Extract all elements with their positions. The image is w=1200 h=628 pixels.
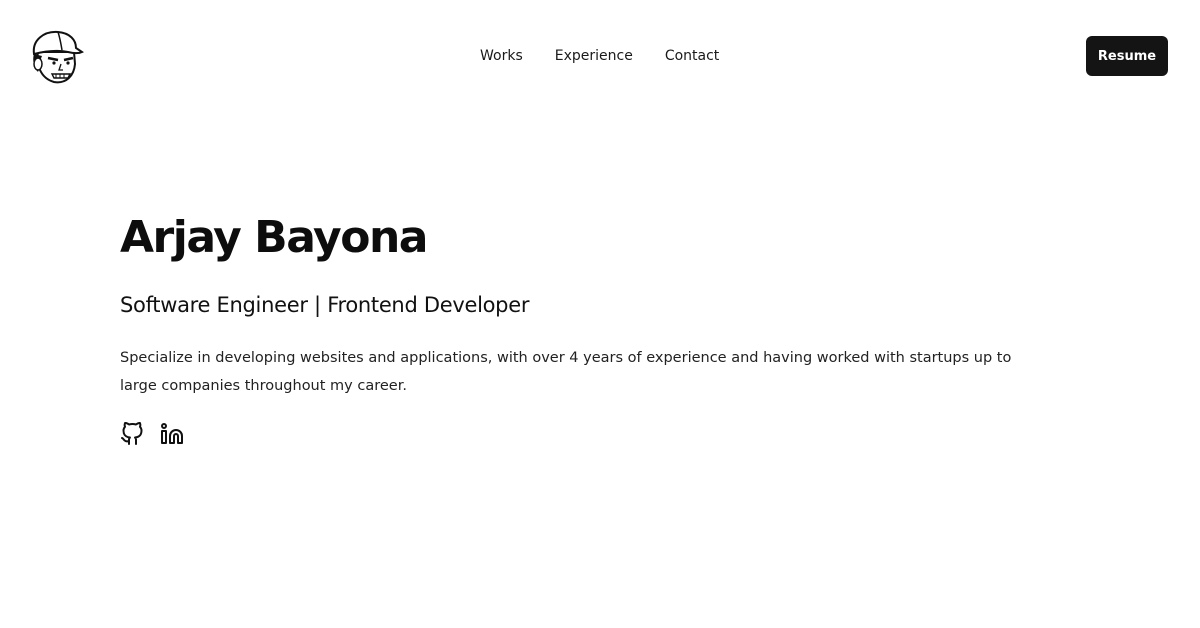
resume-button[interactable]: Resume: [1086, 36, 1168, 76]
page: Works Experience Contact Resume Arjay Ba…: [0, 0, 1200, 628]
nav-link-works[interactable]: Works: [470, 44, 533, 68]
nav-link-contact[interactable]: Contact: [655, 44, 729, 68]
site-header: Works Experience Contact Resume: [0, 0, 1200, 112]
nav-link-experience[interactable]: Experience: [545, 44, 643, 68]
social-links: [120, 422, 1060, 446]
linkedin-icon[interactable]: [160, 422, 184, 446]
hero-role: Software Engineer | Frontend Developer: [120, 293, 530, 317]
hero-description: Specialize in developing websites and ap…: [120, 350, 1012, 394]
github-icon[interactable]: [120, 422, 144, 446]
hero-name: Arjay Bayona: [120, 212, 428, 263]
main-nav: Works Experience Contact: [470, 44, 741, 68]
logo-avatar-icon[interactable]: [28, 28, 84, 84]
hero-section: Arjay Bayona Software Engineer | Fronten…: [120, 206, 1060, 446]
